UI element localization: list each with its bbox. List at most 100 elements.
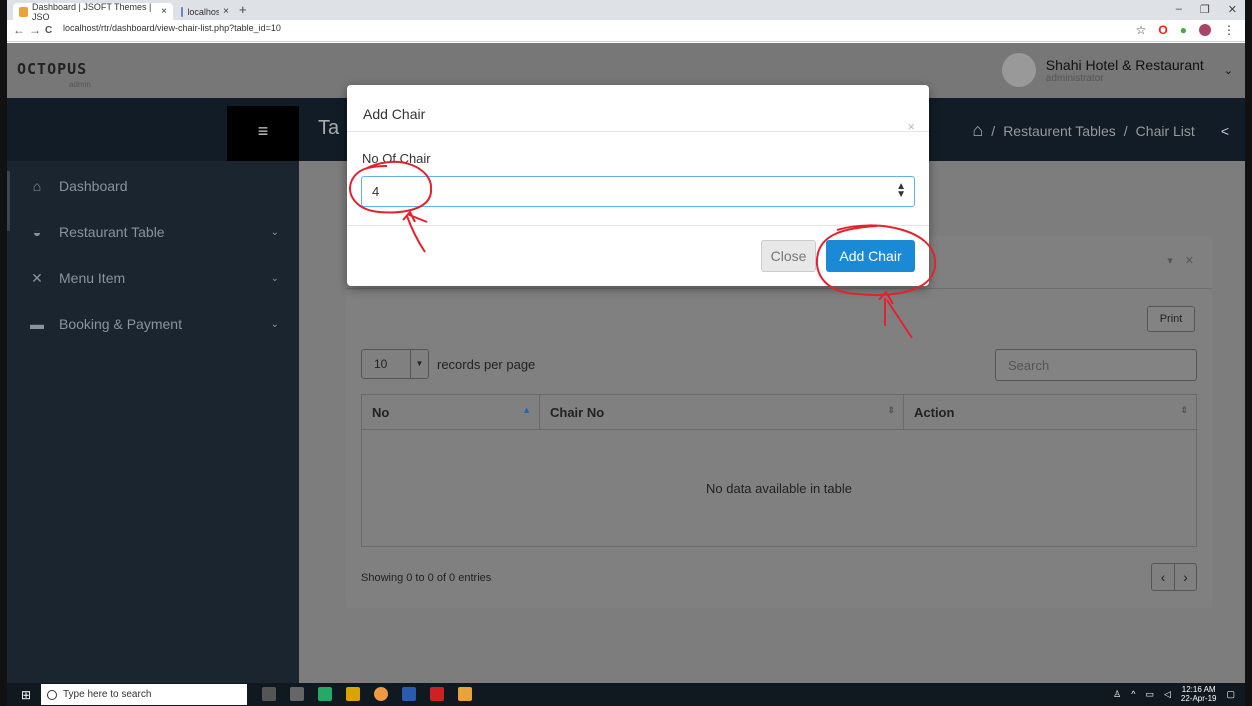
clock[interactable]: 12:16 AM 22-Apr-19 bbox=[1181, 685, 1217, 703]
modal-title: Add Chair bbox=[363, 106, 426, 122]
collapse-icon[interactable]: ▾ bbox=[1167, 254, 1173, 267]
reload-button[interactable]: C bbox=[45, 25, 52, 36]
browser-tab-phpmyadmin[interactable]: localhost / 127.0.0.1 / res_bookin × bbox=[175, 3, 235, 20]
chrome-icon[interactable] bbox=[374, 687, 388, 701]
tab-close-icon[interactable]: × bbox=[161, 6, 167, 17]
maximize-button[interactable]: ❐ bbox=[1200, 3, 1210, 16]
avatar[interactable] bbox=[1001, 53, 1036, 87]
breadcrumb-item: Chair List bbox=[1135, 122, 1195, 139]
screenshot-frame: Dashboard | JSOFT Themes | JSO × localho… bbox=[0, 0, 1252, 706]
user-info: Shahi Hotel & Restaurant administrator bbox=[1046, 57, 1204, 84]
add-chair-button[interactable]: Add Chair bbox=[826, 240, 915, 272]
column-header-action[interactable]: Action ⇕ bbox=[904, 395, 1196, 430]
print-button[interactable]: Print bbox=[1147, 306, 1195, 332]
user-role: administrator bbox=[1045, 72, 1104, 84]
tab-close-icon[interactable]: × bbox=[223, 6, 229, 17]
file-explorer-icon[interactable] bbox=[346, 687, 360, 701]
tab-label: localhost / 127.0.0.1 / res_bookin bbox=[187, 6, 219, 17]
pagination: ‹ › bbox=[1151, 563, 1197, 591]
clock-time: 12:16 AM bbox=[1181, 685, 1216, 694]
network-icon[interactable]: ▭ bbox=[1145, 689, 1154, 700]
number-spinner-icon[interactable]: ▲ ▼ bbox=[896, 182, 906, 200]
extension-icon[interactable]: ● bbox=[1180, 23, 1187, 37]
forward-button[interactable]: → bbox=[29, 23, 41, 37]
panel-controls: ▾ ✕ bbox=[1167, 254, 1194, 267]
opera-icon[interactable]: O bbox=[1158, 23, 1167, 37]
modal-divider bbox=[347, 225, 929, 226]
breadcrumb: ⌂ / Restaurent Tables / Chair List < bbox=[972, 120, 1229, 141]
taskbar-apps bbox=[262, 687, 472, 701]
notifications-icon[interactable]: ▢ bbox=[1226, 689, 1235, 700]
chevron-left-icon[interactable]: < bbox=[1221, 123, 1229, 139]
url-field[interactable]: i localhost/rtr/dashboard/view-chair-lis… bbox=[63, 23, 281, 369]
chevron-down-icon[interactable]: ⌄ bbox=[1224, 64, 1233, 77]
sidebar-item-label: Menu Item bbox=[59, 270, 126, 286]
breadcrumb-separator: / bbox=[991, 122, 996, 139]
volume-icon[interactable]: ◁ bbox=[1164, 689, 1171, 700]
sidebar-item-dashboard[interactable]: ⌂ Dashboard bbox=[27, 175, 279, 197]
sidebar-item-menu-item[interactable]: ✕ Menu Item ⌄ bbox=[27, 267, 279, 289]
system-tray: ♙ ^ ▭ ◁ 12:16 AM 22-Apr-19 ▢ bbox=[1113, 685, 1235, 703]
jsoft-favicon-icon bbox=[19, 6, 28, 17]
home-icon: ⌂ bbox=[32, 178, 42, 194]
close-button[interactable]: Close bbox=[761, 240, 816, 272]
url-text: localhost/rtr/dashboard/view-chair-list.… bbox=[63, 23, 281, 33]
next-page-button[interactable]: › bbox=[1174, 564, 1196, 590]
bookmark-star-icon[interactable]: ☆ bbox=[1136, 23, 1147, 37]
windows-start-icon[interactable]: ⊞ bbox=[21, 688, 31, 702]
empty-table-message: No data available in table bbox=[706, 481, 852, 496]
taskbar-search-placeholder: Type here to search bbox=[63, 689, 152, 700]
app-logo[interactable]: OCTOPUS bbox=[17, 60, 87, 78]
chair-count-label: No Of Chair bbox=[362, 151, 431, 166]
chair-count-input[interactable]: 4 ▲ ▼ bbox=[361, 176, 915, 207]
records-per-page-select[interactable]: 10 ▼ bbox=[361, 349, 429, 379]
app-logo-subtitle: admin bbox=[69, 80, 91, 89]
windows-taskbar: ⊞ Type here to search ♙ ^ ▭ ◁ 12:16 AM 2… bbox=[7, 683, 1245, 706]
column-header-chair-no[interactable]: Chair No ⇕ bbox=[540, 395, 904, 430]
acrobat-icon[interactable] bbox=[430, 687, 444, 701]
sidebar-item-booking-payment[interactable]: ▬ Booking & Payment ⌄ bbox=[27, 313, 279, 335]
profile-avatar-icon[interactable] bbox=[1199, 24, 1211, 36]
chevron-down-icon: ⌄ bbox=[270, 318, 279, 330]
browser-menu-icon[interactable]: ⋮ bbox=[1223, 23, 1235, 37]
task-view-icon[interactable] bbox=[290, 687, 304, 701]
chair-table: No ▲ Chair No ⇕ Action ⇕ No data availab… bbox=[361, 394, 1197, 547]
sort-asc-icon: ▲ bbox=[522, 405, 531, 415]
search-input[interactable]: Search bbox=[995, 349, 1197, 381]
cortana-icon bbox=[47, 689, 57, 700]
microphone-icon[interactable] bbox=[262, 687, 276, 701]
user-menu[interactable]: Shahi Hotel & Restaurant administrator ⌄ bbox=[1001, 53, 1233, 87]
taskbar-search-input[interactable]: Type here to search bbox=[41, 684, 247, 705]
sidebar-toggle-button[interactable]: ≡ bbox=[227, 106, 299, 161]
records-per-page-label: records per page bbox=[437, 356, 536, 372]
back-button[interactable]: ← bbox=[13, 23, 25, 37]
column-header-no[interactable]: No ▲ bbox=[362, 395, 540, 430]
sidebar-item-restaurant-table[interactable]: ◒ Restaurant Table ⌄ bbox=[27, 221, 279, 243]
previous-page-button[interactable]: ‹ bbox=[1152, 564, 1174, 590]
modal-divider bbox=[347, 131, 929, 132]
people-icon[interactable]: ♙ bbox=[1113, 689, 1121, 700]
word-icon[interactable] bbox=[402, 687, 416, 701]
close-window-button[interactable]: ✕ bbox=[1228, 3, 1237, 16]
sort-icon: ⇕ bbox=[1180, 405, 1188, 415]
sidebar: ⌂ Dashboard ◒ Restaurant Table ⌄ ✕ Menu … bbox=[7, 161, 299, 683]
utensils-icon: ✕ bbox=[31, 269, 43, 286]
browser-tab-bar: Dashboard | JSOFT Themes | JSO × localho… bbox=[7, 0, 1245, 22]
tray-chevron-up-icon[interactable]: ^ bbox=[1131, 689, 1135, 699]
minimize-button[interactable]: – bbox=[1176, 3, 1182, 16]
breadcrumb-item[interactable]: Restaurent Tables bbox=[1003, 123, 1116, 139]
new-tab-button[interactable]: + bbox=[239, 3, 247, 17]
page-title: Ta bbox=[318, 117, 340, 139]
close-icon[interactable]: ✕ bbox=[1185, 254, 1194, 267]
xampp-icon[interactable] bbox=[458, 687, 472, 701]
sort-icon: ⇕ bbox=[887, 405, 895, 415]
column-label: No bbox=[372, 405, 390, 420]
chevron-down-icon: ⌄ bbox=[270, 226, 279, 238]
user-name: Shahi Hotel & Restaurant bbox=[1045, 56, 1204, 73]
records-per-page: 10 ▼ records per page bbox=[361, 349, 535, 379]
browser-tab-dashboard[interactable]: Dashboard | JSOFT Themes | JSO × bbox=[13, 2, 173, 22]
column-label: Action bbox=[914, 405, 955, 420]
pycharm-icon[interactable] bbox=[318, 687, 332, 701]
browser-extensions: ☆ O ● ⋮ bbox=[1136, 23, 1235, 37]
home-icon[interactable]: ⌂ bbox=[972, 120, 983, 141]
